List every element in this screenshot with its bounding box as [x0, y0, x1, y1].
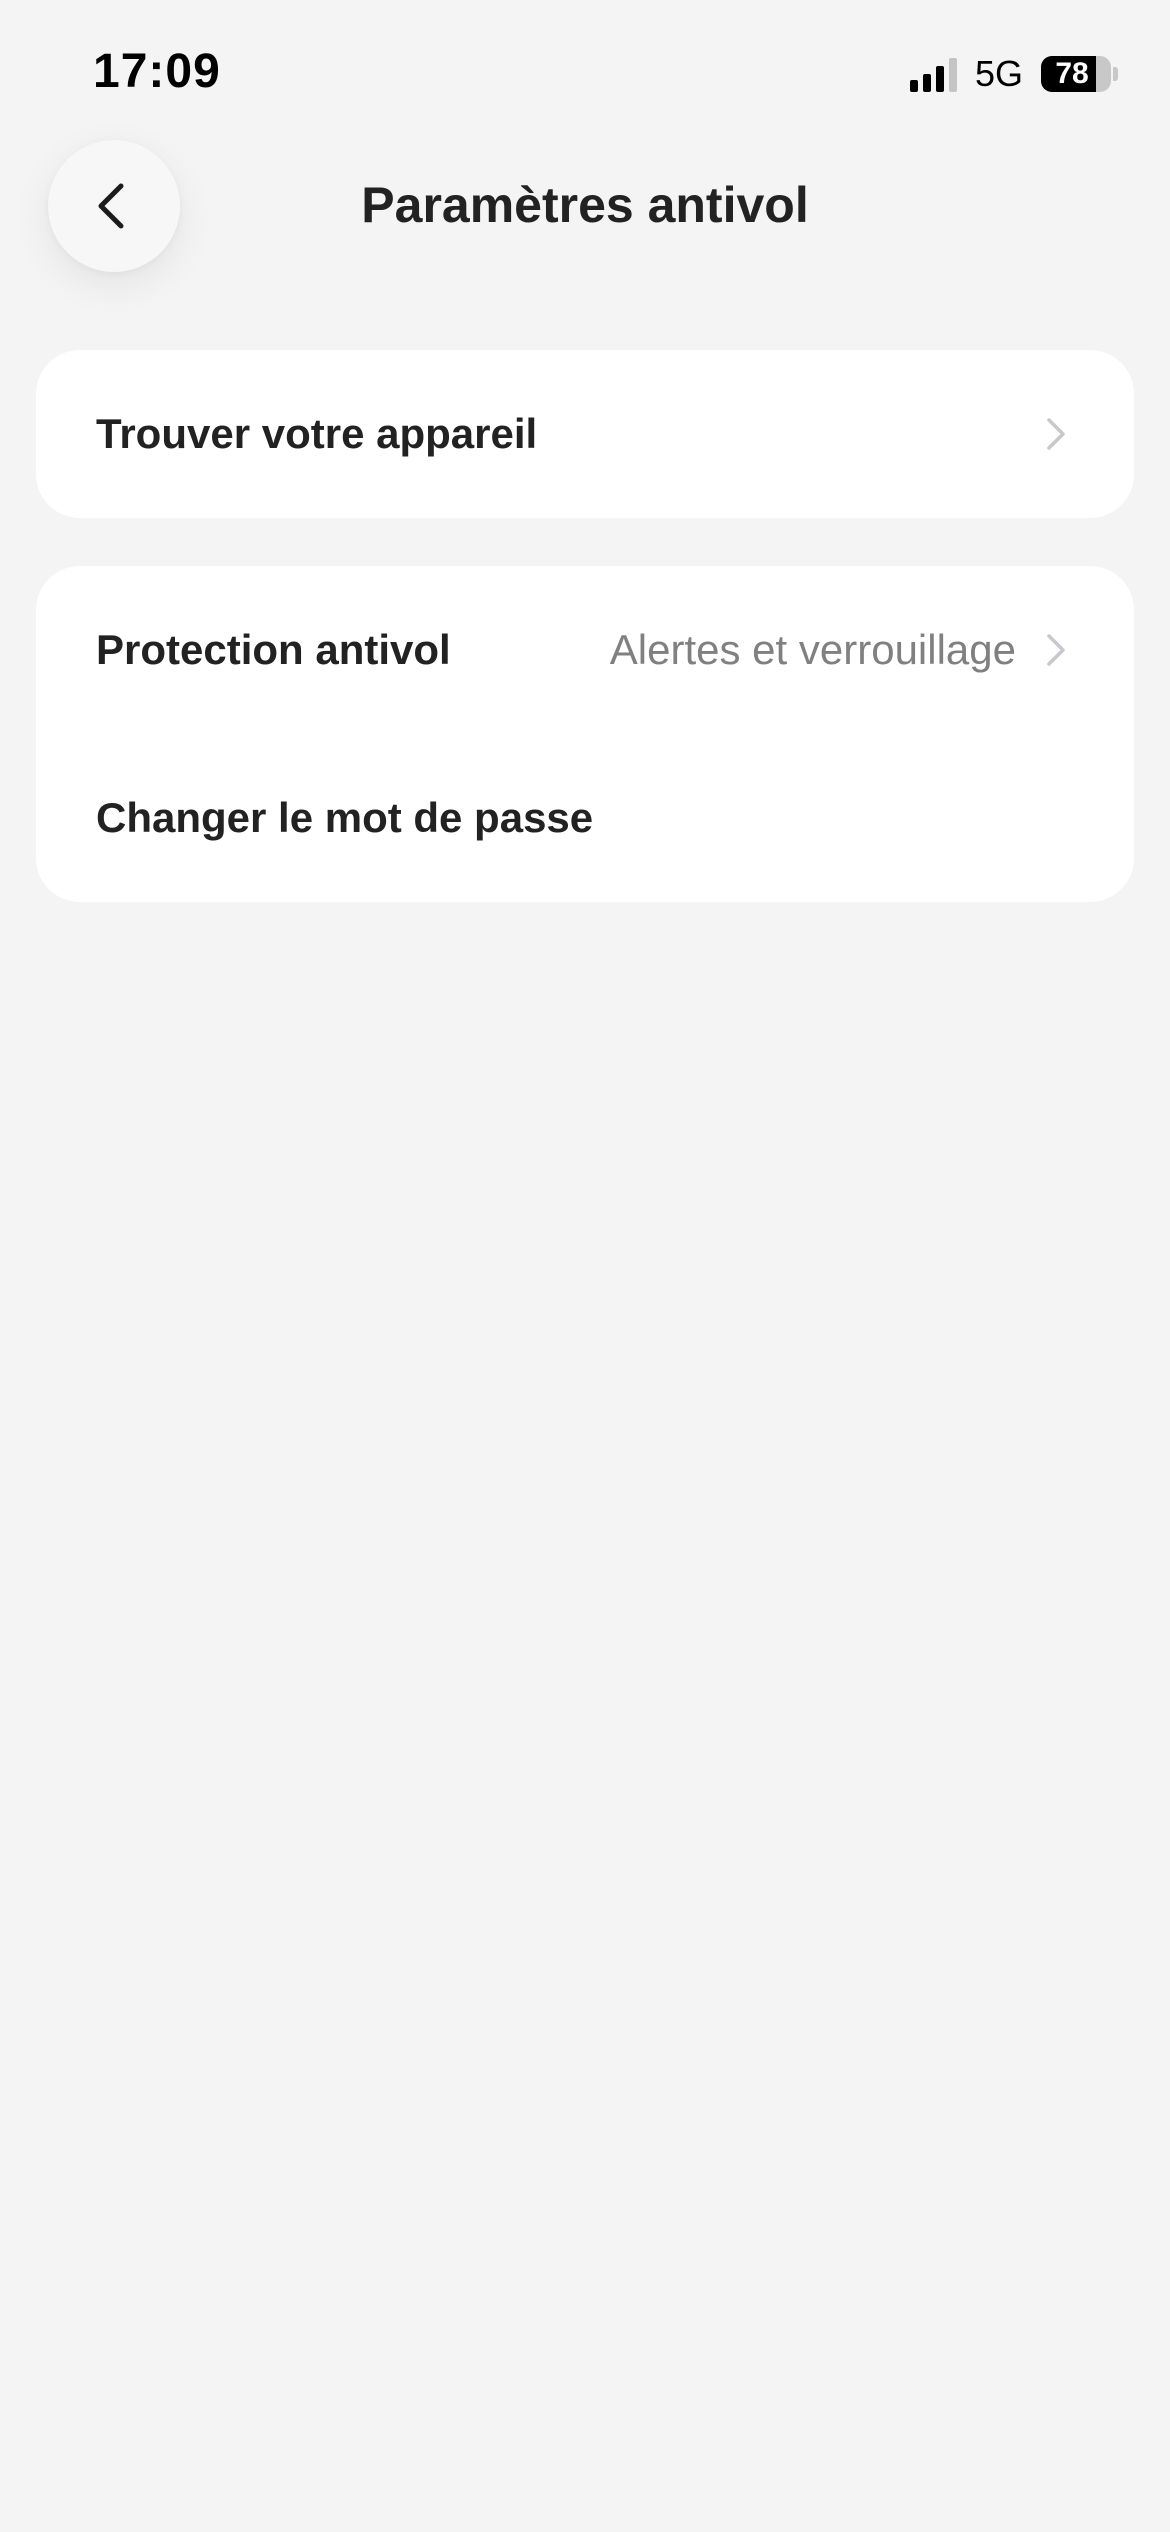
antitheft-protection-label: Protection antivol: [96, 626, 451, 673]
battery-icon: 78: [1041, 56, 1111, 92]
battery-tip: [1113, 67, 1118, 81]
find-device-row[interactable]: Trouver votre appareil: [36, 350, 1134, 518]
status-time: 17:09: [93, 45, 221, 98]
find-device-label: Trouver votre appareil: [96, 410, 538, 457]
chevron-right-icon: [1047, 634, 1065, 666]
security-card: Protection antivol Alertes et verrouilla…: [36, 566, 1134, 902]
battery-percentage: 78: [1055, 57, 1089, 90]
chevron-right-icon: [1047, 418, 1065, 450]
change-password-label: Changer le mot de passe: [96, 794, 594, 841]
cellular-signal-icon: [909, 56, 957, 92]
network-type: 5G: [974, 53, 1023, 94]
antitheft-protection-value: Alertes et verrouillage: [609, 626, 1016, 673]
find-device-card: Trouver votre appareil: [36, 350, 1134, 518]
anti-theft-settings-screen: 17:09 5G 78 Paramètres antivol Trouver v…: [0, 0, 1170, 2532]
page-title: Paramètres antivol: [361, 177, 809, 233]
change-password-row[interactable]: Changer le mot de passe: [36, 734, 1134, 902]
antitheft-protection-row[interactable]: Protection antivol Alertes et verrouilla…: [36, 566, 1134, 734]
status-indicators: 5G 78: [909, 52, 1118, 96]
status-bar: 17:09 5G 78: [0, 0, 1170, 150]
